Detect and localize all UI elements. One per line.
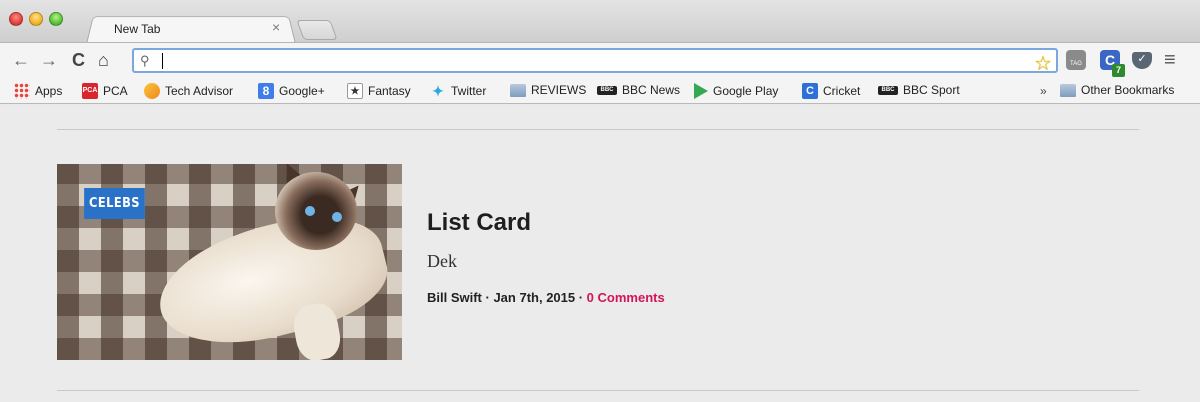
bookmark-google-play[interactable]: Google Play	[694, 83, 778, 99]
extension-count-badge: 7	[1112, 64, 1125, 77]
card-title[interactable]: List Card	[427, 209, 531, 237]
pca-icon: PCA	[82, 83, 98, 99]
bookmark-label: BBC Sport	[903, 83, 960, 97]
tab-close-icon[interactable]: ×	[272, 19, 280, 35]
google-plus-icon: 8	[258, 83, 274, 99]
bookmark-label: Cricket	[823, 84, 861, 98]
text-caret	[162, 53, 163, 69]
address-input[interactable]	[160, 51, 1040, 71]
bookmark-apps[interactable]: Apps	[14, 83, 62, 99]
minimize-window-button[interactable]	[29, 12, 43, 26]
bookmark-fantasy[interactable]: ★ Fantasy	[347, 83, 411, 99]
bookmark-label: Apps	[35, 84, 63, 98]
tag-extension-icon[interactable]: TAG	[1066, 50, 1086, 70]
search-icon: ⚲	[140, 53, 150, 68]
bbc-icon: BBC	[597, 85, 617, 95]
fantasy-icon: ★	[347, 83, 363, 99]
list-card[interactable]: CELEBS List Card Dek Bill Swift · Jan 7t…	[57, 164, 1140, 360]
bookmark-cricket[interactable]: C Cricket	[802, 83, 860, 99]
cat-eye	[305, 206, 315, 216]
tag-extension-label: TAG	[1070, 61, 1082, 67]
author-name[interactable]: Bill Swift	[427, 290, 482, 305]
apps-grid-icon	[14, 83, 30, 99]
address-bar[interactable]: ⚲	[132, 48, 1058, 73]
twitter-bird-icon: ✦	[432, 83, 444, 99]
bookmark-star-icon[interactable]: ☆	[1034, 51, 1052, 76]
bookmark-label: BBC News	[622, 83, 681, 97]
bookmark-other-bookmarks[interactable]: Other Bookmarks	[1060, 83, 1174, 97]
forward-arrow-icon[interactable]: →	[40, 50, 58, 70]
new-tab-button[interactable]	[296, 20, 338, 40]
reload-icon[interactable]: C	[72, 50, 85, 70]
tab-title: New Tab	[114, 22, 161, 36]
comments-link[interactable]: 0 Comments	[587, 290, 665, 305]
bookmark-label: Google Play	[713, 84, 779, 98]
folder-icon	[1060, 83, 1076, 97]
bookmark-label: PCA	[103, 84, 128, 98]
bookmark-label: Tech Advisor	[165, 84, 234, 98]
meta-separator: ·	[481, 290, 494, 305]
divider	[57, 129, 1139, 130]
bbc-icon: BBC	[878, 85, 898, 95]
bookmarks-overflow-icon[interactable]: »	[1040, 84, 1047, 98]
meta-separator: ·	[575, 290, 587, 305]
bookmark-google-plus[interactable]: 8 Google+	[258, 83, 325, 99]
category-badge[interactable]: CELEBS	[84, 188, 145, 219]
bookmark-tech-advisor[interactable]: Tech Advisor	[144, 83, 233, 99]
title-bar: New Tab ×	[0, 0, 1200, 44]
bookmark-pca[interactable]: PCA PCA	[82, 83, 128, 99]
home-icon[interactable]: ⌂	[98, 50, 109, 70]
bookmark-label: Other Bookmarks	[1081, 83, 1175, 97]
bookmark-label: REVIEWS	[531, 83, 587, 97]
close-window-button[interactable]	[9, 12, 23, 26]
chrome-menu-icon[interactable]: ≡	[1164, 49, 1176, 72]
cat-eye	[332, 212, 342, 222]
divider	[57, 390, 1139, 391]
cat-head	[275, 172, 357, 250]
page-content: CELEBS List Card Dek Bill Swift · Jan 7t…	[0, 105, 1200, 402]
bookmark-twitter[interactable]: ✦ Twitter	[430, 83, 486, 99]
publish-date: Jan 7th, 2015	[493, 290, 576, 305]
bookmark-label: Twitter	[451, 84, 487, 98]
zoom-window-button[interactable]	[49, 12, 63, 26]
cat-illustration	[147, 199, 397, 360]
tech-advisor-icon	[144, 83, 160, 99]
card-dek: Dek	[427, 251, 457, 271]
card-thumbnail-image[interactable]: CELEBS	[57, 164, 402, 360]
back-arrow-icon[interactable]: ←	[12, 50, 30, 70]
google-play-icon	[694, 83, 708, 99]
bookmark-label: Fantasy	[368, 84, 411, 98]
bookmarks-bar: Apps PCA PCA Tech Advisor 8 Google+ ★ Fa…	[0, 78, 1200, 104]
card-meta: Bill Swift · Jan 7th, 2015 · 0 Comments	[427, 290, 665, 305]
cricket-icon: C	[802, 83, 818, 99]
bookmark-bbc-sport[interactable]: BBC BBC Sport	[878, 83, 960, 97]
toolbar: ← → C ⌂ ⚲	[0, 42, 1200, 78]
bookmark-bbc-news[interactable]: BBC BBC News	[597, 83, 680, 97]
bookmark-reviews-folder[interactable]: REVIEWS	[510, 83, 586, 97]
folder-icon	[510, 83, 526, 97]
bookmark-label: Google+	[279, 84, 325, 98]
